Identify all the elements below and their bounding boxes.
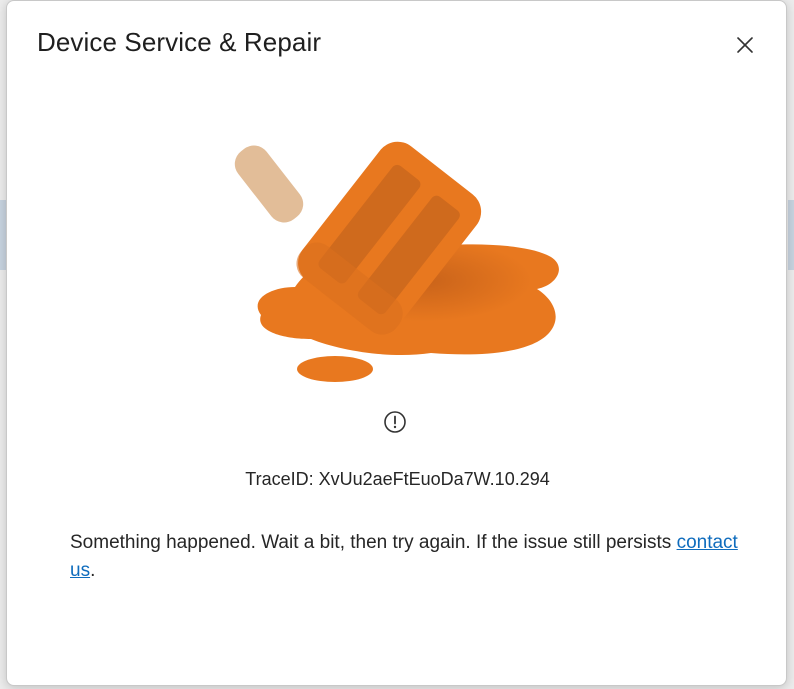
error-message: Something happened. Wait a bit, then try…: [70, 529, 750, 585]
close-button[interactable]: [729, 29, 761, 61]
error-dialog: Device Service & Repair TraceID: XvUu2ae…: [6, 0, 787, 686]
background-strip-right: [788, 200, 794, 270]
error-message-text: Something happened. Wait a bit, then try…: [70, 532, 677, 553]
info-circle-icon: [384, 411, 406, 433]
error-message-end: .: [90, 560, 96, 581]
melted-popsicle-illustration: [234, 141, 559, 382]
trace-id-label: TraceID: XvUu2aeFtEuoDa7W.10.294: [245, 469, 550, 489]
dialog-title: Device Service & Repair: [37, 27, 322, 57]
close-icon: [737, 37, 753, 53]
